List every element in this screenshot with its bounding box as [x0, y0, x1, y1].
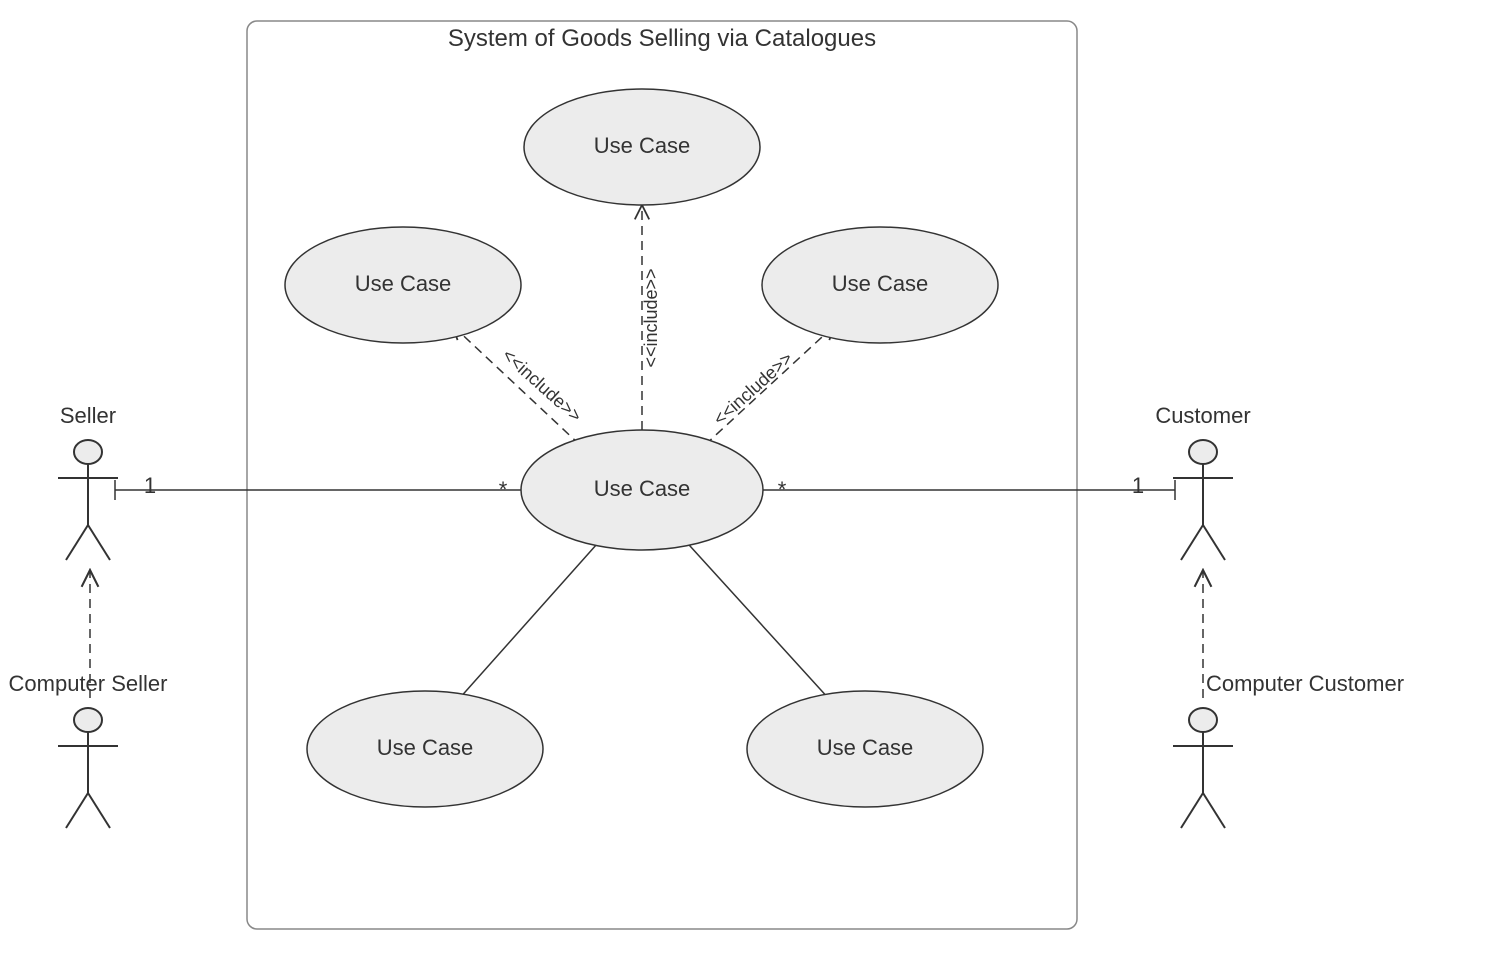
usecase-right: Use Case [762, 227, 998, 343]
usecase-left-label: Use Case [355, 271, 452, 296]
usecase-center: Use Case [521, 430, 763, 550]
actor-computer-customer-label: Computer Customer [1206, 671, 1404, 696]
stereo-include-left: <<include>> [499, 345, 586, 426]
person-icon [74, 440, 102, 464]
actor-seller-label: Seller [60, 403, 116, 428]
usecase-botright-label: Use Case [817, 735, 914, 760]
mult-seller: 1 [144, 473, 156, 498]
usecase-botright: Use Case [747, 691, 983, 807]
actor-customer: Customer [1155, 403, 1250, 560]
usecase-botleft: Use Case [307, 691, 543, 807]
usecase-left: Use Case [285, 227, 521, 343]
assoc-center-botright [680, 535, 830, 700]
person-icon [1189, 440, 1217, 464]
actor-computer-seller: Computer Seller [9, 671, 168, 828]
actor-computer-seller-label: Computer Seller [9, 671, 168, 696]
stereo-include-right: <<include>> [709, 348, 796, 429]
usecase-top-label: Use Case [594, 133, 691, 158]
usecase-top: Use Case [524, 89, 760, 205]
include-center-left [452, 325, 580, 445]
system-title: System of Goods Selling via Catalogues [448, 25, 876, 52]
mult-center-left: * [499, 477, 508, 502]
person-icon [74, 708, 102, 732]
actor-seller: Seller [58, 403, 118, 560]
actor-computer-customer: Computer Customer [1173, 671, 1404, 828]
usecase-center-label: Use Case [594, 476, 691, 501]
person-icon [1189, 708, 1217, 732]
actor-customer-label: Customer [1155, 403, 1250, 428]
assoc-center-botleft [458, 535, 605, 700]
usecase-right-label: Use Case [832, 271, 929, 296]
mult-customer: 1 [1132, 473, 1144, 498]
stereo-include-mid: <<include>> [641, 268, 661, 367]
usecase-botleft-label: Use Case [377, 735, 474, 760]
use-case-diagram: System of Goods Selling via Catalogues 1… [0, 0, 1500, 962]
mult-center-right: * [778, 477, 787, 502]
